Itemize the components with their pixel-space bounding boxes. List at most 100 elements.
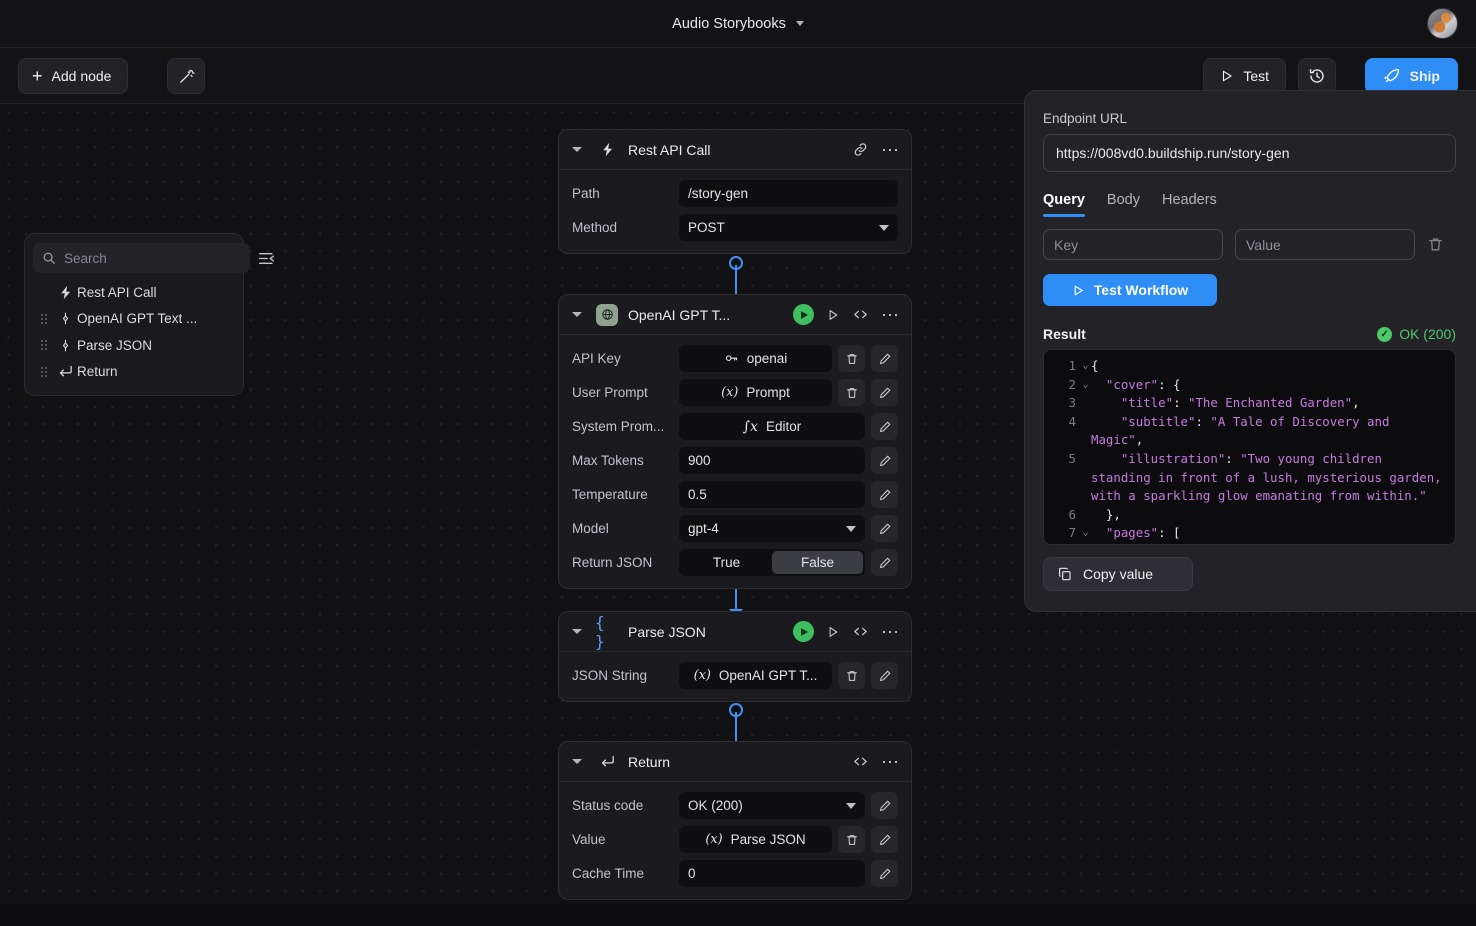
delete-icon [845, 352, 859, 366]
node-parse-json[interactable]: { }Parse JSON⋯ JSON String(x)OpenAI GPT T… [558, 611, 912, 702]
link-button[interactable] [852, 141, 869, 158]
more-options-icon[interactable]: ⋯ [881, 145, 900, 155]
palette-item-return[interactable]: Return [33, 359, 235, 386]
drag-handle-icon[interactable] [35, 313, 53, 325]
drag-handle-icon[interactable] [35, 339, 53, 351]
query-value-input[interactable]: Value [1235, 229, 1415, 260]
edit-button[interactable] [871, 826, 898, 853]
field-binding-chip[interactable]: (x)Prompt [679, 379, 832, 406]
endpoint-url-field[interactable]: https://008vd0.buildship.run/story-gen [1043, 134, 1456, 172]
field-value[interactable]: 0.5 [679, 481, 865, 508]
node-header[interactable]: Rest API Call⋯ [559, 130, 911, 170]
code-button[interactable] [852, 753, 869, 770]
drag-handle-icon[interactable] [35, 366, 53, 378]
collapse-caret-icon[interactable] [572, 147, 582, 152]
avatar[interactable] [1427, 8, 1458, 39]
node-header[interactable]: Return⋯ [559, 742, 911, 782]
json-line-text: "cover": { [1091, 376, 1449, 395]
edit-icon [878, 867, 892, 881]
field-binding-chip[interactable]: ∫xEditor [679, 413, 865, 440]
tab-query[interactable]: Query [1043, 192, 1085, 217]
test-workflow-button[interactable]: Test Workflow [1043, 274, 1217, 306]
field-value[interactable]: 900 [679, 447, 865, 474]
edit-button[interactable] [871, 447, 898, 474]
collapse-caret-icon[interactable] [572, 312, 582, 317]
palette-item-parse-json[interactable]: Parse JSON [33, 332, 235, 359]
more-options-icon[interactable]: ⋯ [881, 627, 900, 637]
edit-button[interactable] [871, 662, 898, 689]
edit-button[interactable] [871, 379, 898, 406]
fold-toggle-icon[interactable]: ⌄ [1080, 357, 1091, 376]
history-button[interactable] [1298, 58, 1336, 94]
delete-param-button[interactable] [1427, 236, 1444, 253]
tab-body[interactable]: Body [1107, 192, 1140, 217]
field-value[interactable]: /story-gen [679, 180, 898, 207]
param-label: User Prompt [572, 385, 679, 400]
edit-button[interactable] [871, 792, 898, 819]
play-icon [826, 308, 840, 322]
grip-icon[interactable] [40, 366, 48, 378]
node-openai-gpt-t[interactable]: OpenAI GPT T...⋯API KeyopenaiUser Prompt… [558, 294, 912, 589]
palette-item-openai-gpt-text[interactable]: OpenAI GPT Text ... [33, 306, 235, 333]
param-label: JSON String [572, 668, 679, 683]
delete-button[interactable] [838, 379, 865, 406]
edit-button[interactable] [871, 515, 898, 542]
braces-icon: { } [595, 613, 619, 651]
field-binding-chip[interactable]: openai [679, 345, 832, 372]
edit-button[interactable] [871, 413, 898, 440]
code-button[interactable] [852, 623, 869, 640]
run-node-button[interactable] [793, 621, 814, 642]
node-header[interactable]: OpenAI GPT T...⋯ [559, 295, 911, 335]
search-box[interactable] [33, 243, 250, 273]
more-options-icon[interactable]: ⋯ [881, 757, 900, 767]
result-json-viewer[interactable]: 1⌄{2⌄ "cover": {3 "title": "The Enchante… [1043, 349, 1456, 545]
project-title-selector[interactable]: Audio Storybooks [672, 16, 804, 32]
magic-wand-button[interactable] [167, 58, 205, 94]
toggle-option-false[interactable]: False [772, 551, 863, 574]
grip-icon[interactable] [40, 339, 48, 351]
node-body: API KeyopenaiUser Prompt(x)PromptSystem … [559, 335, 911, 588]
node-rest-api-call[interactable]: Rest API Call⋯Path/story-genMethodPOST [558, 129, 912, 254]
run-node-button[interactable] [793, 304, 814, 325]
node-return[interactable]: Return⋯Status codeOK (200)Value(x)Parse … [558, 741, 912, 900]
fold-toggle-icon[interactable]: ⌄ [1080, 376, 1091, 395]
collapse-panel-icon[interactable] [258, 251, 275, 266]
field-toggle[interactable]: TrueFalse [679, 549, 865, 576]
field-select[interactable]: POST [679, 214, 898, 241]
fold-toggle-icon [1080, 450, 1091, 506]
field-binding-chip[interactable]: (x)OpenAI GPT T... [679, 662, 832, 689]
query-key-input[interactable]: Key [1043, 229, 1223, 260]
play-button[interactable] [826, 625, 840, 639]
toggle-option-true[interactable]: True [681, 551, 772, 574]
edit-button[interactable] [871, 345, 898, 372]
line-number: 2 [1050, 376, 1080, 395]
ship-button[interactable]: Ship [1365, 58, 1458, 94]
copy-value-button[interactable]: Copy value [1043, 557, 1193, 591]
more-options-icon[interactable]: ⋯ [881, 310, 900, 320]
delete-button[interactable] [838, 662, 865, 689]
tab-headers[interactable]: Headers [1162, 192, 1217, 217]
add-node-button[interactable]: + Add node [18, 58, 128, 94]
collapse-caret-icon[interactable] [572, 629, 582, 634]
code-button[interactable] [852, 306, 869, 323]
node-header[interactable]: { }Parse JSON⋯ [559, 612, 911, 652]
collapse-caret-icon[interactable] [572, 759, 582, 764]
fold-toggle-icon[interactable]: ⌄ [1080, 524, 1091, 543]
field-select[interactable]: gpt-4 [679, 515, 865, 542]
edit-button[interactable] [871, 481, 898, 508]
field-binding-chip[interactable]: (x)Parse JSON [679, 826, 832, 853]
json-line-text: }, [1091, 506, 1449, 525]
test-workflow-label: Test Workflow [1094, 282, 1188, 298]
play-button[interactable] [826, 308, 840, 322]
grip-icon[interactable] [40, 313, 48, 325]
delete-button[interactable] [838, 826, 865, 853]
field-select[interactable]: OK (200) [679, 792, 865, 819]
chevron-down-icon[interactable] [796, 21, 804, 26]
test-button[interactable]: Test [1203, 58, 1286, 94]
delete-button[interactable] [838, 345, 865, 372]
search-input[interactable] [64, 251, 241, 266]
field-value[interactable]: 0 [679, 860, 865, 887]
palette-item-rest-api-call[interactable]: Rest API Call [33, 279, 235, 306]
edit-button[interactable] [871, 549, 898, 576]
edit-button[interactable] [871, 860, 898, 887]
